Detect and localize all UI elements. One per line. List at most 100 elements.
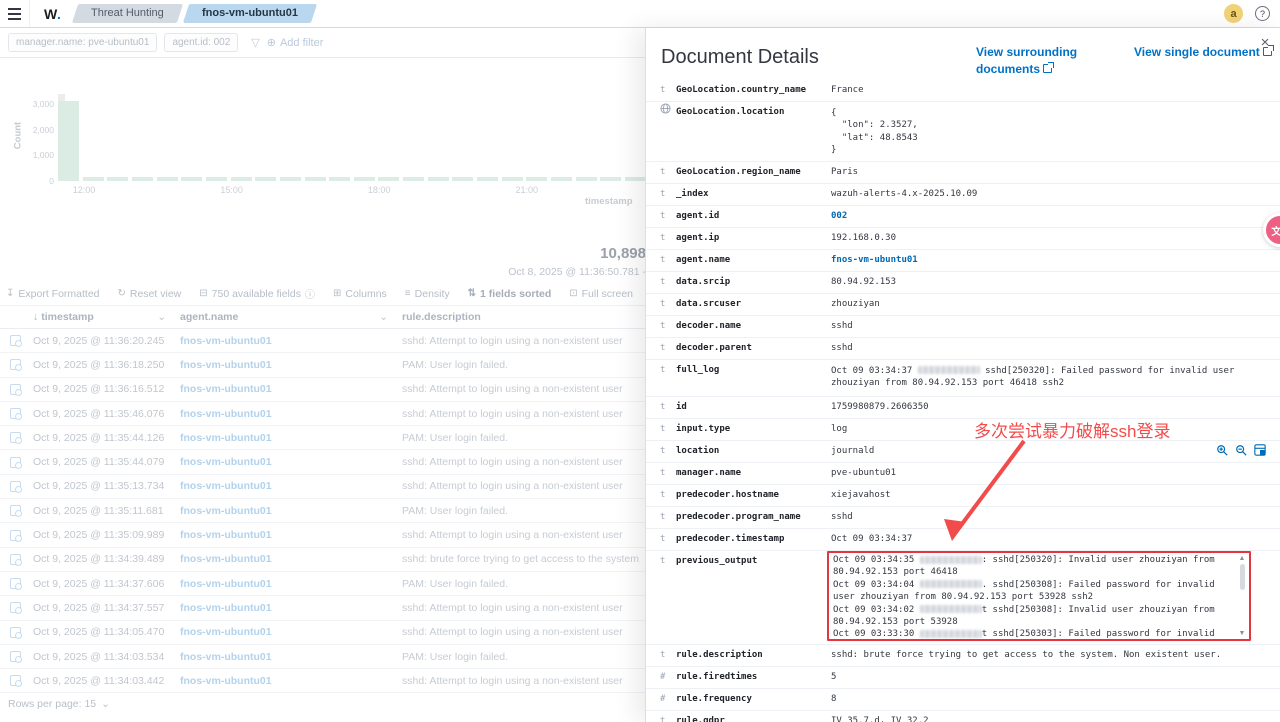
field-row-rule-firedtimes[interactable]: #rule.firedtimes5: [646, 667, 1280, 689]
chart-bar[interactable]: [58, 101, 79, 181]
inspect-document-icon[interactable]: [10, 505, 21, 516]
inspect-document-icon[interactable]: [10, 602, 21, 613]
menu-icon[interactable]: [0, 0, 30, 27]
chart-bar[interactable]: [305, 177, 326, 181]
field-row-decoder-name[interactable]: tdecoder.namesshd: [646, 316, 1280, 338]
field-row-previous-output[interactable]: tprevious_outputOct 09 03:34:35 : sshd[2…: [646, 551, 1280, 645]
field-row-GeoLocation-country-name[interactable]: tGeoLocation.country_nameFrance: [646, 80, 1280, 102]
inspect-document-icon[interactable]: [10, 530, 21, 541]
field-row-GeoLocation-region-name[interactable]: tGeoLocation.region_nameParis: [646, 162, 1280, 184]
inspect-document-icon[interactable]: [10, 554, 21, 565]
avatar[interactable]: a: [1224, 4, 1243, 23]
scrollbar[interactable]: ▲▼: [1237, 555, 1247, 637]
field-row-id[interactable]: tid1759980879.2606350: [646, 397, 1280, 419]
inspect-document-icon[interactable]: [10, 457, 21, 468]
field-row-full-log[interactable]: tfull_logOct 09 03:34:37 sshd[250320]: F…: [646, 360, 1280, 397]
chart-bar[interactable]: [551, 177, 572, 181]
chart-bar[interactable]: [378, 177, 399, 181]
column-header-timestamp[interactable]: ↓ timestamp ⌄: [30, 311, 180, 323]
chart-bar[interactable]: [354, 177, 375, 181]
toolbar-full-screen[interactable]: ⊡Full screen: [569, 288, 633, 300]
wazuh-logo[interactable]: W.: [30, 6, 75, 22]
cell-agent-name-link[interactable]: fnos-vm-ubuntu01: [180, 432, 402, 444]
cell-agent-name-link[interactable]: fnos-vm-ubuntu01: [180, 408, 402, 420]
chart-bar[interactable]: [181, 177, 202, 181]
toggle-column-icon[interactable]: [1254, 444, 1266, 456]
column-header-agent-name[interactable]: agent.name ⌄: [180, 311, 402, 323]
inspect-document-icon[interactable]: [10, 675, 21, 686]
field-row-predecoder-timestamp[interactable]: tpredecoder.timestampOct 09 03:34:37: [646, 529, 1280, 551]
filter-pill-agent[interactable]: agent.id: 002: [164, 33, 238, 52]
cell-agent-name-link[interactable]: fnos-vm-ubuntu01: [180, 456, 402, 468]
cell-agent-name-link[interactable]: fnos-vm-ubuntu01: [180, 335, 402, 347]
column-header-rule-description[interactable]: rule.description: [402, 311, 645, 323]
inspect-document-icon[interactable]: [10, 384, 21, 395]
field-row-agent-id[interactable]: tagent.id002: [646, 206, 1280, 228]
cell-agent-name-link[interactable]: fnos-vm-ubuntu01: [180, 480, 402, 492]
cell-agent-name-link[interactable]: fnos-vm-ubuntu01: [180, 505, 402, 517]
cell-agent-name-link[interactable]: fnos-vm-ubuntu01: [180, 529, 402, 541]
filter-for-value-icon[interactable]: [1216, 444, 1228, 456]
chart-bar[interactable]: [452, 177, 473, 181]
cell-agent-name-link[interactable]: fnos-vm-ubuntu01: [180, 359, 402, 371]
chart-bar[interactable]: [329, 177, 350, 181]
chart-bar[interactable]: [428, 177, 449, 181]
cell-agent-name-link[interactable]: fnos-vm-ubuntu01: [180, 578, 402, 590]
toolbar-reset-view[interactable]: ↻Reset view: [118, 288, 182, 300]
close-icon[interactable]: ×: [1256, 34, 1274, 52]
chevron-down-icon[interactable]: ⌄: [157, 311, 166, 323]
field-row-predecoder-hostname[interactable]: tpredecoder.hostnamexiejavahost: [646, 485, 1280, 507]
chart-bar[interactable]: [576, 177, 597, 181]
chart-bar[interactable]: [502, 177, 523, 181]
cell-agent-name-link[interactable]: fnos-vm-ubuntu01: [180, 651, 402, 663]
scroll-up-icon[interactable]: ▲: [1239, 555, 1246, 562]
field-value-link[interactable]: fnos-vm-ubuntu01: [831, 250, 1266, 271]
events-histogram[interactable]: Count 01,0002,0003,00012:0015:0018:0021:…: [0, 58, 645, 223]
add-filter-button[interactable]: ⊕Add filter: [267, 36, 324, 49]
cell-agent-name-link[interactable]: fnos-vm-ubuntu01: [180, 383, 402, 395]
inspect-document-icon[interactable]: [10, 651, 21, 662]
inspect-document-icon[interactable]: [10, 335, 21, 346]
toolbar-density[interactable]: ≡Density: [405, 288, 450, 300]
field-row-rule-gdpr[interactable]: trule.gdprIV_35.7.d, IV_32.2: [646, 711, 1280, 722]
field-row-manager-name[interactable]: tmanager.namepve-ubuntu01: [646, 463, 1280, 485]
field-row-rule-description[interactable]: trule.descriptionsshd: brute force tryin…: [646, 645, 1280, 667]
scrollbar-thumb[interactable]: [1240, 564, 1245, 590]
inspect-document-icon[interactable]: [10, 578, 21, 589]
chart-bar[interactable]: [255, 177, 276, 181]
chart-bar[interactable]: [600, 177, 621, 181]
chart-bar[interactable]: [132, 177, 153, 181]
cell-agent-name-link[interactable]: fnos-vm-ubuntu01: [180, 602, 402, 614]
chart-bar[interactable]: [526, 177, 547, 181]
toolbar-1-fields-sorted[interactable]: ⇅1 fields sorted: [468, 288, 552, 300]
chart-bar[interactable]: [107, 177, 128, 181]
field-row-GeoLocation-location[interactable]: GeoLocation.location{ "lon": 2.3527, "la…: [646, 102, 1280, 162]
chart-bar[interactable]: [477, 177, 498, 181]
chart-bar[interactable]: [403, 177, 424, 181]
chart-bar[interactable]: [206, 177, 227, 181]
breadcrumb-threat-hunting[interactable]: Threat Hunting: [72, 4, 183, 23]
chart-bar[interactable]: [231, 177, 252, 181]
field-row-decoder-parent[interactable]: tdecoder.parentsshd: [646, 338, 1280, 360]
toolbar-export-formatted[interactable]: ↧Export Formatted: [6, 288, 100, 300]
cell-agent-name-link[interactable]: fnos-vm-ubuntu01: [180, 675, 402, 687]
inspect-document-icon[interactable]: [10, 432, 21, 443]
field-row-data-srcip[interactable]: tdata.srcip80.94.92.153: [646, 272, 1280, 294]
field-row--index[interactable]: t_indexwazuh-alerts-4.x-2025.10.09: [646, 184, 1280, 206]
breadcrumb-agent[interactable]: fnos-vm-ubuntu01: [183, 4, 317, 23]
filter-out-value-icon[interactable]: [1235, 444, 1247, 456]
chart-bar[interactable]: [625, 177, 645, 181]
chart-bar[interactable]: [280, 177, 301, 181]
toolbar-750-available-fields[interactable]: ⊟750 available fieldsⓘ: [199, 286, 315, 301]
field-row-input-type[interactable]: tinput.typelog: [646, 419, 1280, 441]
filter-pill-manager[interactable]: manager.name: pve-ubuntu01: [8, 33, 157, 52]
chart-bar[interactable]: [157, 177, 178, 181]
cell-agent-name-link[interactable]: fnos-vm-ubuntu01: [180, 626, 402, 638]
cell-agent-name-link[interactable]: fnos-vm-ubuntu01: [180, 553, 402, 565]
field-value-link[interactable]: 002: [831, 206, 1266, 227]
inspect-document-icon[interactable]: [10, 359, 21, 370]
field-row-data-srcuser[interactable]: tdata.srcuserzhouziyan: [646, 294, 1280, 316]
inspect-document-icon[interactable]: [10, 408, 21, 419]
funnel-icon[interactable]: ▽: [251, 36, 259, 49]
view-single-document-link[interactable]: View single document: [1134, 44, 1272, 61]
